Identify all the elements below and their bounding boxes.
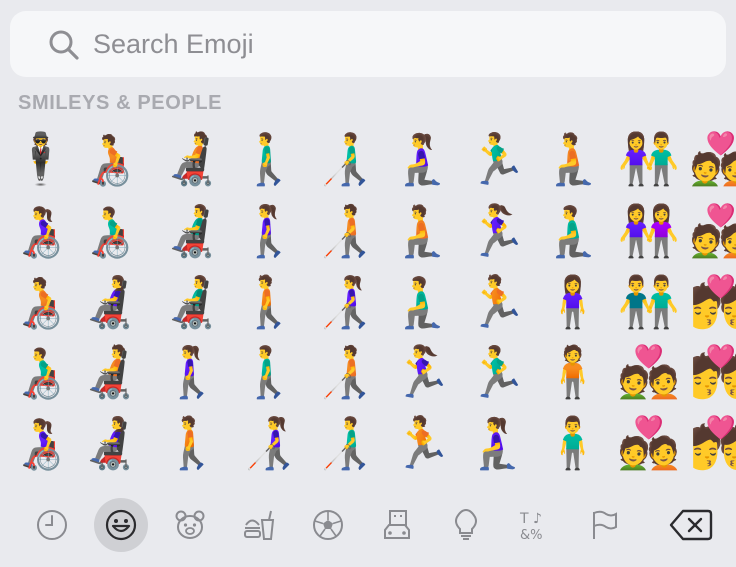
emoji-key[interactable]: 💏 [688, 339, 736, 405]
emoji-key[interactable]: 👨‍🦽 [77, 198, 143, 264]
emoji-key[interactable]: 🧑‍🦼 [159, 126, 225, 192]
emoji-key[interactable]: 🏃‍♂️ [464, 126, 530, 192]
tab-symbols[interactable]: T ♪ &% [508, 498, 562, 552]
emoji-key[interactable]: 👩‍🦼 [77, 269, 143, 335]
emoji-key[interactable]: 💑 [616, 410, 682, 476]
emoji-key[interactable]: 💑 [616, 339, 682, 405]
emoji-key[interactable]: 🏃 [389, 410, 455, 476]
tab-activity[interactable] [301, 498, 355, 552]
emoji-key[interactable]: 💏 [688, 269, 736, 335]
soccer-ball-icon [313, 510, 343, 540]
emoji-key[interactable]: 🕴 [8, 126, 74, 192]
emoji-key[interactable]: 🏃‍♀️ [389, 339, 455, 405]
tab-flags[interactable] [577, 498, 631, 552]
emoji-grid: 🕴 🧑‍🦽 🧑‍🦼 🚶‍♂️ 👨‍🦯 🧎‍♀️ 🏃‍♂️ 🧎 👫 💑 👩‍🦽 👨‍🦽 👨‍🦼 🚶‍♀️ 🧑‍… [0, 124, 736, 480]
emoji-key[interactable]: 👨‍🦯 [312, 410, 378, 476]
emoji-key[interactable]: 🧑‍🦽 [77, 126, 143, 192]
emoji-key[interactable]: 👨‍🦼 [159, 269, 225, 335]
delete-backward-icon [669, 509, 713, 541]
emoji-key[interactable]: 🚶‍♂️ [236, 126, 302, 192]
emoji-key[interactable]: 💑 [688, 126, 736, 192]
delete-button[interactable] [666, 502, 716, 548]
clock-icon [37, 510, 67, 540]
emoji-key[interactable]: 👩‍🦼 [77, 410, 143, 476]
emoji-key[interactable]: 🚶 [236, 269, 302, 335]
emoji-key[interactable]: 👨‍🦯 [312, 126, 378, 192]
symbols-icon: T ♪&% [519, 511, 543, 542]
tab-smileys-people[interactable] [94, 498, 148, 552]
svg-text:♪: ♪ [533, 511, 542, 527]
emoji-key[interactable]: 👭 [616, 198, 682, 264]
emoji-key[interactable]: 🏃‍♀️ [464, 198, 530, 264]
emoji-key[interactable]: 👨‍🦼 [159, 198, 225, 264]
tab-recent[interactable] [25, 498, 79, 552]
emoji-key[interactable]: 🧑‍🦯 [312, 198, 378, 264]
emoji-key[interactable]: 🧎‍♂️ [540, 198, 606, 264]
emoji-key[interactable]: 👬 [616, 269, 682, 335]
emoji-key[interactable]: 🧎 [389, 198, 455, 264]
emoji-key[interactable]: 🧍‍♂️ [540, 410, 606, 476]
emoji-key[interactable]: 🧑‍🦼 [77, 339, 143, 405]
tab-travel-places[interactable] [370, 498, 424, 552]
flag-icon [593, 510, 617, 539]
burger-drink-icon [244, 510, 275, 540]
emoji-key[interactable]: 🚶 [159, 410, 225, 476]
section-title: SMILEYS & PEOPLE [18, 92, 223, 114]
emoji-key[interactable]: 👩‍🦽 [8, 198, 74, 264]
emoji-key[interactable]: 👩‍🦽 [8, 410, 74, 476]
car-building-icon [384, 510, 410, 539]
tab-animals-nature[interactable] [163, 498, 217, 552]
emoji-key[interactable]: 🧍 [540, 339, 606, 405]
svg-text:T: T [519, 511, 529, 527]
emoji-key[interactable]: 🚶‍♀️ [159, 339, 225, 405]
emoji-key[interactable]: 🧑‍🦯 [312, 339, 378, 405]
tab-food-drink[interactable] [232, 498, 286, 552]
smiley-icon [105, 509, 137, 541]
search-bar[interactable]: Search Emoji [10, 11, 726, 77]
emoji-key[interactable]: 👩‍🦯 [312, 269, 378, 335]
lightbulb-icon [455, 508, 477, 540]
emoji-key[interactable]: 🧎‍♀️ [389, 126, 455, 192]
emoji-key[interactable]: 👩‍🦯 [236, 410, 302, 476]
emoji-key[interactable]: 💑 [688, 198, 736, 264]
emoji-key[interactable]: 👫 [616, 126, 682, 192]
emoji-key[interactable]: 🚶‍♂️ [236, 339, 302, 405]
emoji-key[interactable]: 👨‍🦽 [8, 339, 74, 405]
svg-text:&%: &% [520, 528, 543, 542]
emoji-key[interactable]: 🧑‍🦽 [8, 269, 74, 335]
emoji-key[interactable]: 🧍‍♀️ [540, 269, 606, 335]
emoji-key[interactable]: 🧎‍♂️ [389, 269, 455, 335]
emoji-key[interactable]: 🧎‍♀️ [464, 410, 530, 476]
bear-icon [175, 510, 205, 539]
search-input[interactable]: Search Emoji [93, 11, 254, 77]
emoji-key[interactable]: 💏 [688, 410, 736, 476]
category-tab-bar: T ♪ &% [0, 496, 736, 554]
emoji-key[interactable]: 🏃 [464, 269, 530, 335]
tab-objects[interactable] [439, 498, 493, 552]
emoji-key[interactable]: 🧎 [540, 126, 606, 192]
search-icon [49, 30, 79, 60]
emoji-key[interactable]: 🚶‍♀️ [236, 198, 302, 264]
emoji-key[interactable]: 🏃‍♂️ [464, 339, 530, 405]
